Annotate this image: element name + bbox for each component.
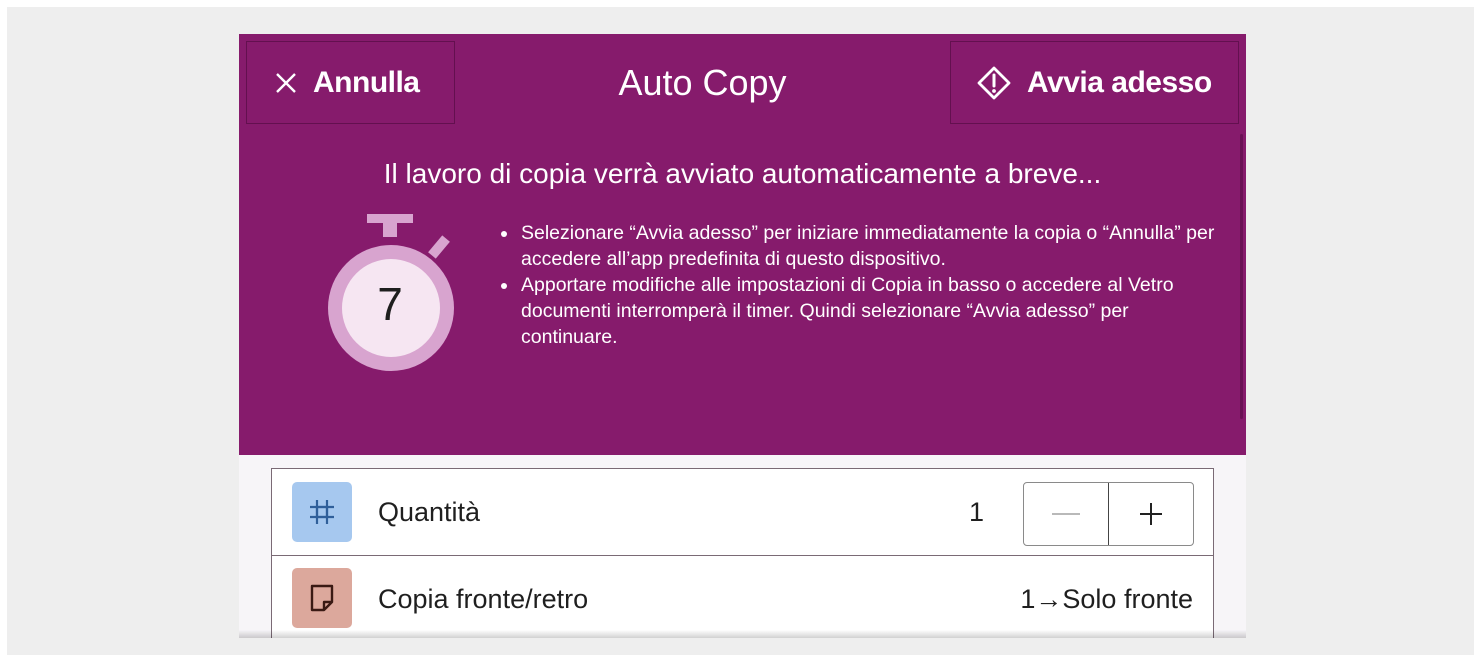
plus-icon xyxy=(1140,503,1162,525)
quantity-label: Quantità xyxy=(378,496,481,527)
close-icon xyxy=(275,72,297,94)
duplex-row[interactable]: Copia fronte/retro 1→Solo fronte xyxy=(272,556,1213,638)
page-icon xyxy=(292,568,352,628)
start-now-button-label: Avvia adesso xyxy=(1027,65,1212,99)
quantity-value: 1 xyxy=(969,496,985,527)
decrement-button[interactable] xyxy=(1024,483,1108,545)
quantity-stepper[interactable] xyxy=(1023,482,1194,546)
instruction-list: Selezionare “Avvia adesso” per iniziare … xyxy=(495,220,1219,350)
countdown-value: 7 xyxy=(377,278,403,330)
cancel-button-label: Annulla xyxy=(313,65,420,99)
copy-settings-list: Quantità 1 Copia fronte/retro 1→Solo fro… xyxy=(271,468,1214,638)
start-diamond-icon xyxy=(977,66,1011,100)
minus-icon xyxy=(1052,513,1080,515)
cancel-button[interactable]: Annulla xyxy=(246,41,455,124)
instruction-item: Apportare modifiche alle impostazioni di… xyxy=(519,272,1219,350)
duplex-label: Copia fronte/retro xyxy=(378,583,589,614)
duplex-value: 1→Solo fronte xyxy=(1020,583,1193,614)
auto-start-heading: Il lavoro di copia verrà avviato automat… xyxy=(383,158,1102,189)
quantity-grid-icon xyxy=(292,482,352,542)
page-title: Auto Copy xyxy=(618,62,787,103)
scroll-shadow xyxy=(239,630,1246,638)
start-now-button[interactable]: Avvia adesso xyxy=(950,41,1239,124)
instruction-item: Selezionare “Avvia adesso” per iniziare … xyxy=(519,220,1219,272)
increment-button[interactable] xyxy=(1108,483,1193,545)
auto-copy-banner: Annulla Auto Copy Avvia adesso Il lavoro… xyxy=(239,34,1246,455)
quantity-row: Quantità 1 xyxy=(272,469,1213,556)
device-panel: Annulla Auto Copy Avvia adesso Il lavoro… xyxy=(239,34,1246,638)
